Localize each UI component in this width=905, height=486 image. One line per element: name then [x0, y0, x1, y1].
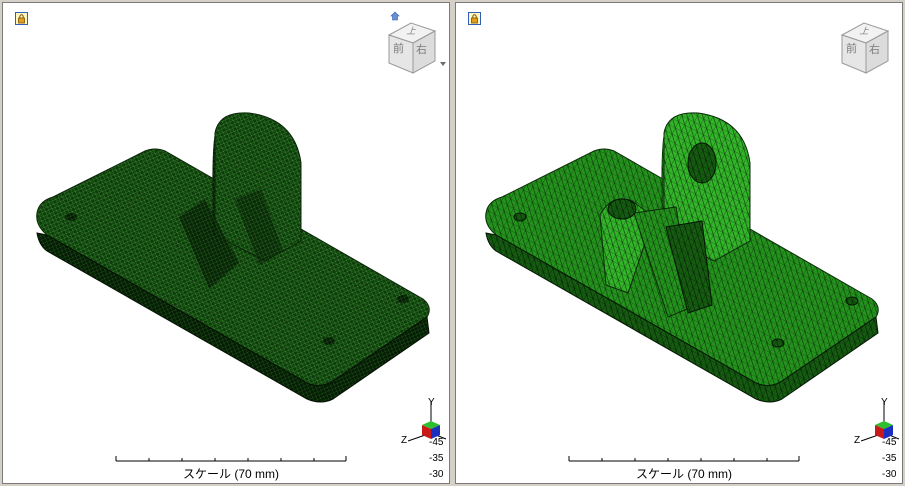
view-cube[interactable]: 上 前 右 — [836, 17, 898, 79]
tick-label: -45 — [882, 437, 897, 448]
cube-face-front[interactable]: 前 — [393, 43, 404, 55]
axis-z-label: Z — [401, 435, 408, 446]
cube-face-front[interactable]: 前 — [846, 43, 857, 55]
tick-label: -45 — [429, 437, 444, 448]
scale-label: スケール (70 mm) — [182, 467, 279, 481]
tick-label: -35 — [429, 453, 444, 464]
viewport-divider[interactable] — [451, 0, 454, 486]
tick-label: -35 — [882, 453, 897, 464]
view-cube[interactable]: 上 前 右 — [383, 17, 445, 79]
cube-face-right[interactable]: 右 — [416, 44, 427, 56]
scale-label: スケール (70 mm) — [635, 467, 732, 481]
chevron-down-icon[interactable] — [439, 61, 447, 67]
axis-y-label: Y — [881, 397, 888, 408]
viewport-right[interactable]: 上 前 右 Y Z -45 -35 -30 スケール (70 mm) — [455, 2, 903, 484]
tick-label: -30 — [882, 469, 897, 480]
cube-face-right[interactable]: 右 — [869, 44, 880, 56]
scale-bar — [568, 456, 800, 462]
scale-bar — [115, 456, 347, 462]
viewport-left[interactable]: 上 前 右 Y Z -45 -35 -30 スケール (70 mm) — [2, 2, 450, 484]
axis-y-label: Y — [428, 397, 435, 408]
axis-z-label: Z — [854, 435, 861, 446]
tick-label: -30 — [429, 469, 444, 480]
